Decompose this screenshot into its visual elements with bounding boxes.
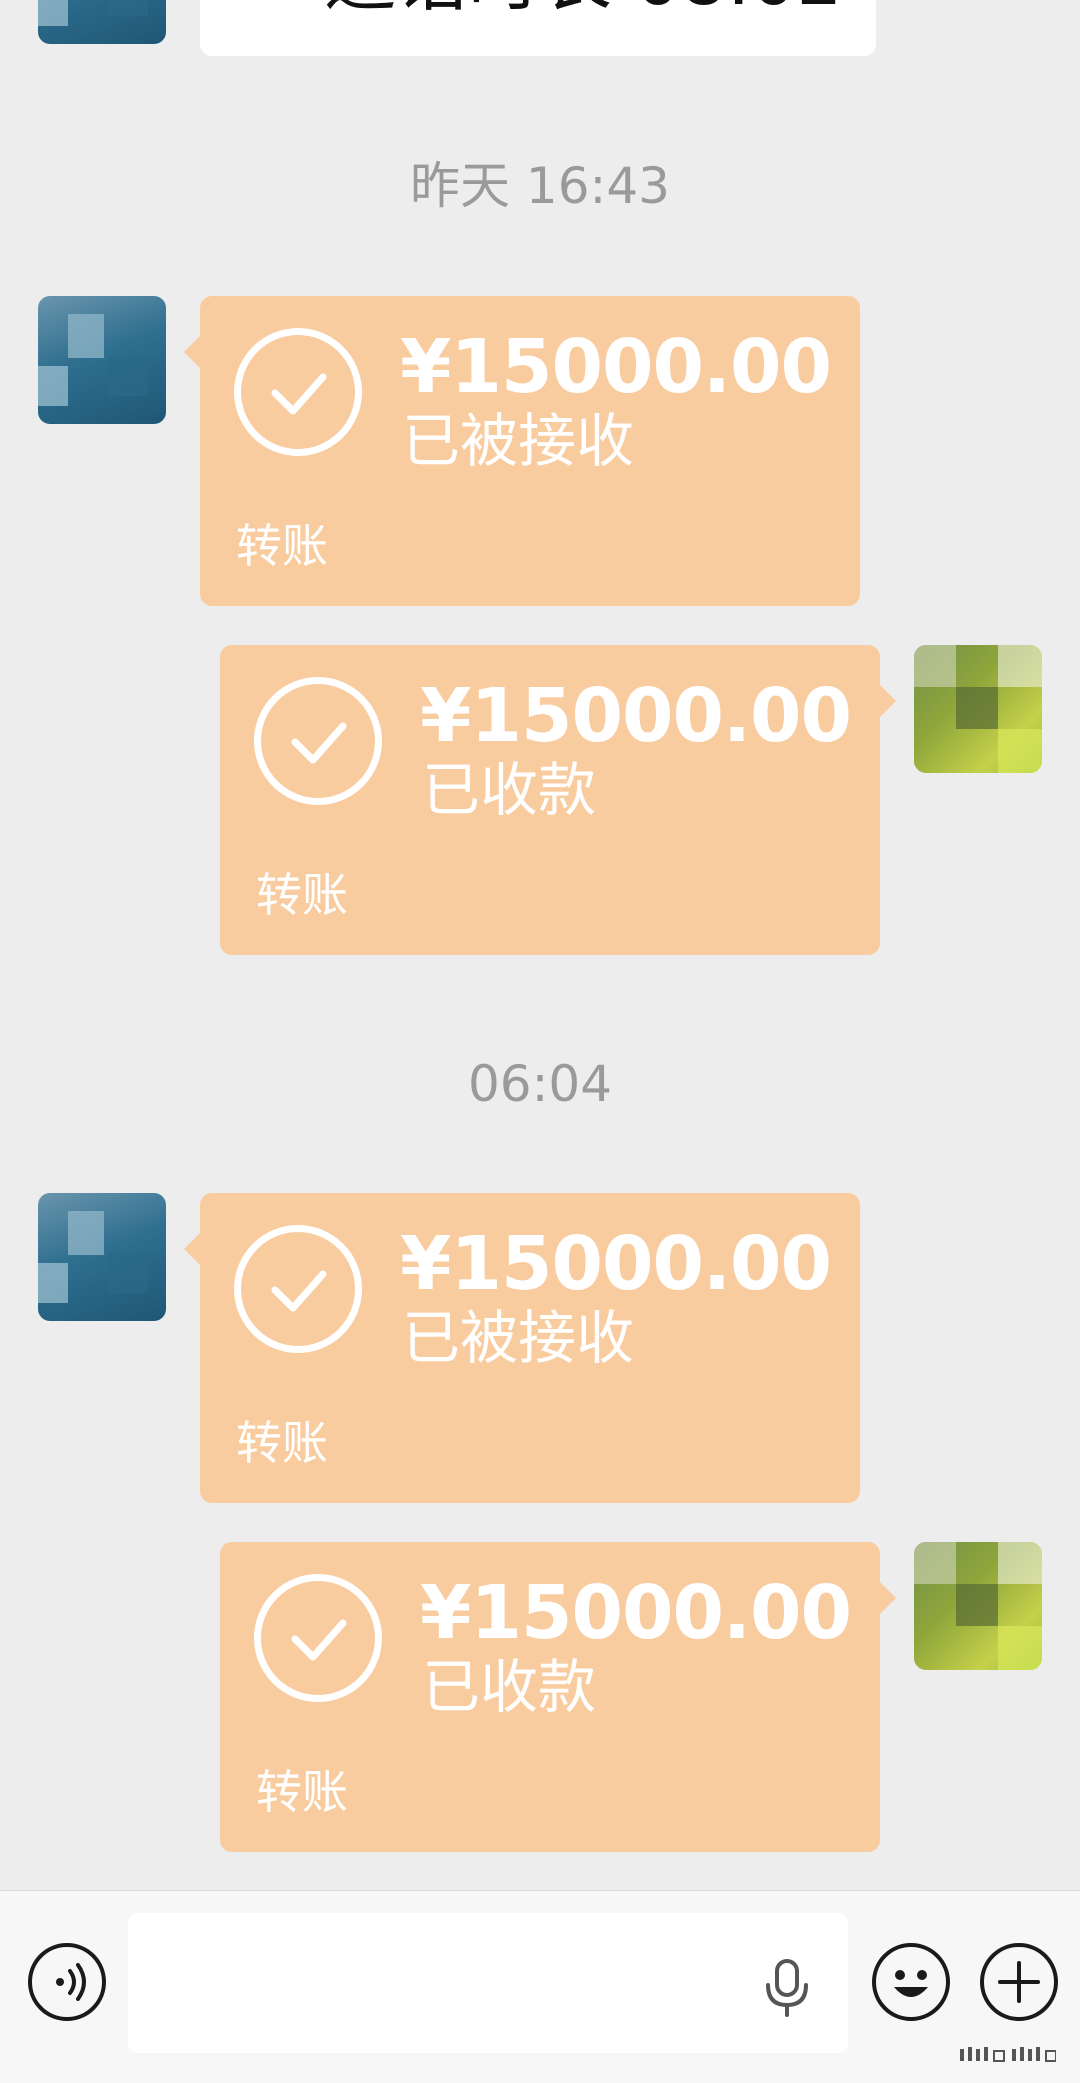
transfer-status: 已被接收 <box>402 407 635 475</box>
transfer-label: 转账 <box>256 868 348 922</box>
checkmark-circle-icon <box>254 677 382 805</box>
microphone-icon[interactable] <box>762 1957 812 2019</box>
more-options-button[interactable] <box>980 1943 1058 2021</box>
self-avatar[interactable] <box>914 645 1042 773</box>
transfer-status: 已收款 <box>422 756 597 824</box>
call-duration-bubble[interactable]: 通话时长 08:02 <box>200 0 876 56</box>
transfer-amount: ¥15000.00 <box>400 324 832 410</box>
transfer-message-sent[interactable]: ¥15000.00 已收款 转账 <box>220 645 896 955</box>
transfer-message-received[interactable]: ¥15000.00 已被接收 转账 <box>184 1193 860 1503</box>
transfer-message-received[interactable]: ¥15000.00 已被接收 转账 <box>184 296 860 606</box>
voice-input-button[interactable] <box>28 1943 106 2021</box>
checkmark-circle-icon <box>234 328 362 456</box>
transfer-message-sent[interactable]: ¥15000.00 已收款 转账 <box>220 1542 896 1852</box>
checkmark-circle-icon <box>234 1225 362 1353</box>
chat-area[interactable]: 通话时长 08:02 昨天 16:43 ¥15000.00 已被接收 转账 ¥1… <box>0 0 1080 1890</box>
contact-avatar[interactable] <box>38 0 166 44</box>
transfer-amount: ¥15000.00 <box>420 673 852 759</box>
contact-avatar[interactable] <box>38 296 166 424</box>
transfer-label: 转账 <box>236 519 328 573</box>
transfer-label: 转账 <box>256 1765 348 1819</box>
transfer-label: 转账 <box>236 1416 328 1470</box>
message-timestamp: 06:04 <box>467 1055 613 1113</box>
checkmark-circle-icon <box>254 1574 382 1702</box>
watermark-icon <box>960 2047 1056 2062</box>
plus-icon <box>998 1961 1040 2003</box>
message-timestamp: 昨天 16:43 <box>410 157 670 215</box>
call-duration-text: 通话时长 08:02 <box>324 0 842 18</box>
voice-input-icon <box>56 1963 86 2001</box>
contact-avatar[interactable] <box>38 1193 166 1321</box>
emoji-icon <box>894 1970 928 1997</box>
transfer-status: 已被接收 <box>402 1304 635 1372</box>
message-input-bar <box>0 1890 1080 2083</box>
transfer-amount: ¥15000.00 <box>420 1570 852 1656</box>
transfer-status: 已收款 <box>422 1653 597 1721</box>
emoji-button[interactable] <box>872 1943 950 2021</box>
self-avatar[interactable] <box>914 1542 1042 1670</box>
message-text-input[interactable] <box>128 1913 848 2053</box>
transfer-amount: ¥15000.00 <box>400 1221 832 1307</box>
